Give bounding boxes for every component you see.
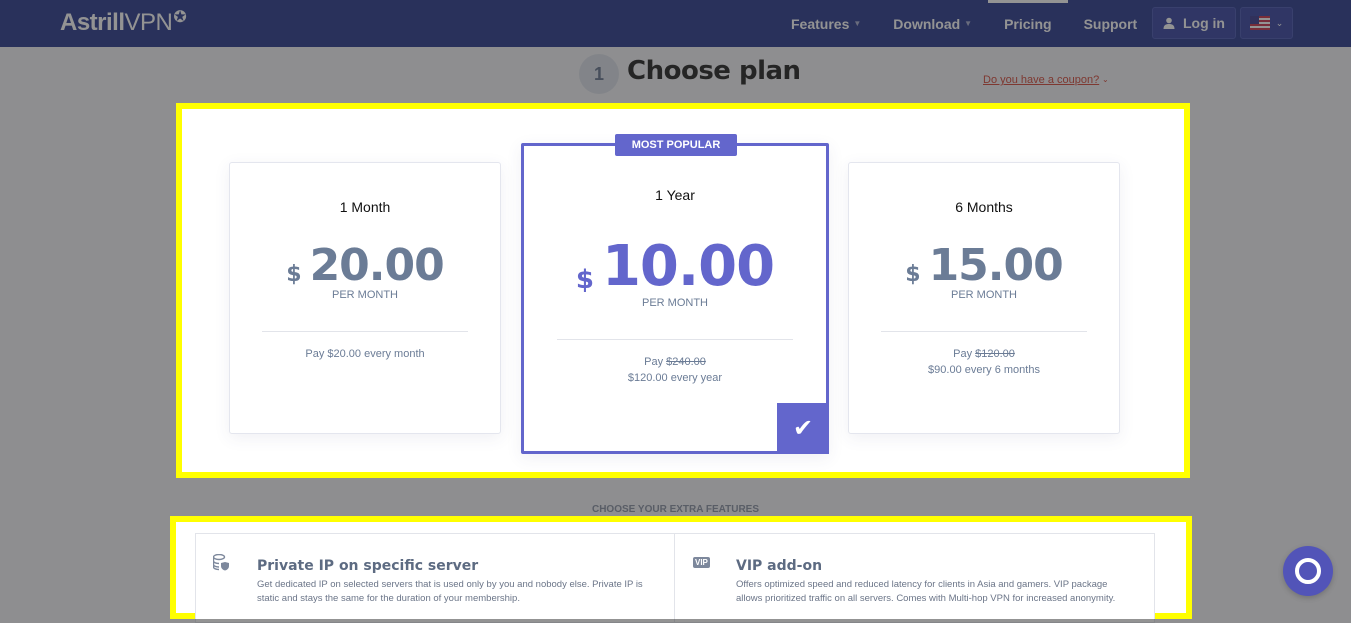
price-amount: 15.00 <box>928 240 1064 291</box>
dim-overlay <box>0 516 170 623</box>
currency-symbol: $ <box>286 262 302 287</box>
star-icon: ✪ <box>173 9 187 26</box>
chat-widget-button[interactable] <box>1283 546 1333 596</box>
chevron-down-icon: ▼ <box>964 19 973 28</box>
currency-symbol: $ <box>575 265 594 295</box>
pay-prefix: Pay <box>953 348 976 360</box>
plan-name: 1 Month <box>339 199 391 215</box>
original-price: $240.00 <box>666 356 706 368</box>
extras-panel: Private IP on specific server Get dedica… <box>170 516 1192 623</box>
divider <box>262 331 468 332</box>
price-period: PER MONTH <box>332 289 398 301</box>
nav-pricing-label: Pricing <box>1004 15 1052 32</box>
plan-name: 6 Months <box>955 199 1013 215</box>
logo-text-light: VPN <box>124 9 173 36</box>
extras-heading: CHOOSE YOUR EXTRA FEATURES <box>591 504 760 515</box>
plan-card-6-months[interactable]: 6 Months $ 15.00 PER MONTH Pay $120.00 $… <box>848 162 1120 434</box>
extra-description: Offers optimized speed and reduced laten… <box>736 579 1116 604</box>
us-flag-icon <box>1249 16 1270 30</box>
billing-note: Pay $240.00 <box>524 354 826 370</box>
plan-card-1-year[interactable]: MOST POPULAR 1 Year $ 10.00 PER MONTH Pa… <box>521 134 829 454</box>
selected-check-icon: ✔ <box>777 403 829 454</box>
price-amount: 10.00 <box>601 234 775 299</box>
currency-symbol: $ <box>905 262 921 287</box>
dim-overlay <box>0 103 176 478</box>
nav-features[interactable]: Features ▼ <box>775 0 877 47</box>
top-navigation-bar: Astrill VPN ✪ Features ▼ Download ▼ Pricing … <box>0 0 1351 47</box>
billing-note: Pay $20.00 every month <box>305 348 425 360</box>
pay-prefix: Pay <box>644 356 667 368</box>
plan-price: $ 20.00 <box>230 243 500 289</box>
extra-title: Private IP on specific server <box>257 558 479 574</box>
nav-download[interactable]: Download ▼ <box>877 0 988 47</box>
page-title: Choose plan <box>627 56 801 86</box>
vip-icon: VIP <box>693 557 710 568</box>
database-shield-icon <box>213 554 229 571</box>
billing-note-total: $90.00 every 6 months <box>928 364 1040 376</box>
nav-pricing[interactable]: Pricing <box>988 0 1069 47</box>
plan-price: $ 15.00 <box>849 243 1119 289</box>
plan-price: $ 10.00 <box>524 237 826 297</box>
chevron-down-icon: ▼ <box>853 19 862 28</box>
nav-download-label: Download <box>893 15 961 32</box>
price-period: PER MONTH <box>642 297 708 309</box>
chevron-down-icon: ⌄ <box>1102 75 1109 84</box>
language-selector[interactable]: ⌄ <box>1240 7 1293 39</box>
extra-description: Get dedicated IP on selected servers tha… <box>257 579 643 604</box>
login-label: Log in <box>1183 15 1225 31</box>
chevron-down-icon: ⌄ <box>1275 17 1284 28</box>
most-popular-badge: MOST POPULAR <box>615 134 737 156</box>
billing-note-total: $120.00 every year <box>627 372 723 384</box>
main-nav: Features ▼ Download ▼ Pricing Support <box>775 0 1153 47</box>
login-button[interactable]: Log in <box>1152 7 1236 39</box>
extra-vip-addon[interactable]: VIP VIP add-on Offers optimized speed an… <box>674 533 1155 623</box>
billing-note: Pay $120.00 <box>849 346 1119 362</box>
logo-text-bold: Astrill <box>60 9 125 36</box>
nav-support-label: Support <box>1083 15 1138 32</box>
nav-support[interactable]: Support <box>1068 0 1154 47</box>
divider <box>557 339 793 340</box>
price-amount: 20.00 <box>309 240 445 291</box>
step-number: 1 <box>579 54 619 94</box>
extra-title: VIP add-on <box>736 558 823 574</box>
nav-features-label: Features <box>791 15 850 32</box>
chat-icon <box>1295 558 1321 584</box>
plans-panel: 1 Month $ 20.00 PER MONTH Pay $20.00 eve… <box>176 103 1190 478</box>
dim-overlay <box>1190 103 1351 478</box>
plan-name: 1 Year <box>655 187 695 203</box>
plan-card-1-month[interactable]: 1 Month $ 20.00 PER MONTH Pay $20.00 eve… <box>229 162 501 434</box>
astrill-logo[interactable]: Astrill VPN ✪ <box>60 9 187 37</box>
price-period: PER MONTH <box>951 289 1017 301</box>
divider <box>881 331 1087 332</box>
extra-private-ip[interactable]: Private IP on specific server Get dedica… <box>195 533 675 623</box>
original-price: $120.00 <box>975 348 1015 360</box>
user-icon <box>1163 17 1175 29</box>
coupon-link[interactable]: Do you have a coupon? <box>983 74 1099 86</box>
